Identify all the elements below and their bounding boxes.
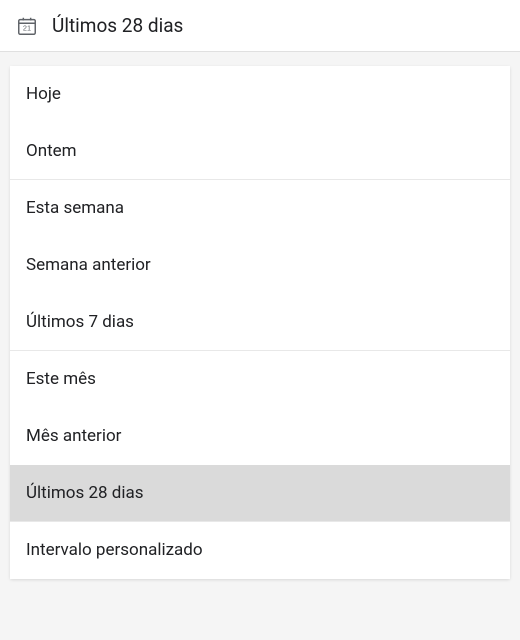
- svg-text:21: 21: [23, 23, 31, 32]
- option-label: Últimos 28 dias: [26, 483, 144, 503]
- option-label: Este mês: [26, 369, 96, 389]
- option-yesterday[interactable]: Ontem: [10, 123, 510, 180]
- selected-range-label: Últimos 28 dias: [52, 14, 183, 37]
- option-custom-range[interactable]: Intervalo personalizado: [10, 522, 510, 579]
- option-label: Mês anterior: [26, 426, 121, 446]
- date-range-dropdown: Hoje Ontem Esta semana Semana anterior Ú…: [10, 66, 510, 579]
- option-last-7-days[interactable]: Últimos 7 dias: [10, 294, 510, 351]
- option-label: Últimos 7 dias: [26, 312, 134, 332]
- option-label: Semana anterior: [26, 255, 151, 275]
- option-previous-month[interactable]: Mês anterior: [10, 408, 510, 465]
- option-last-28-days[interactable]: Últimos 28 dias: [10, 465, 510, 522]
- option-label: Esta semana: [26, 198, 124, 218]
- option-this-week[interactable]: Esta semana: [10, 180, 510, 237]
- date-range-header[interactable]: 21 Últimos 28 dias: [0, 0, 520, 52]
- option-today[interactable]: Hoje: [10, 66, 510, 123]
- option-label: Hoje: [26, 84, 61, 104]
- option-this-month[interactable]: Este mês: [10, 351, 510, 408]
- calendar-icon: 21: [16, 15, 38, 37]
- option-label: Ontem: [26, 141, 77, 161]
- option-previous-week[interactable]: Semana anterior: [10, 237, 510, 294]
- option-label: Intervalo personalizado: [26, 540, 203, 560]
